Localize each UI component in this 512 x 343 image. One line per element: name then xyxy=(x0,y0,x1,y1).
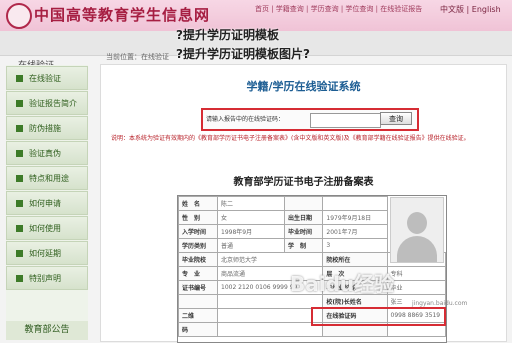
sidebar-item-how-apply[interactable]: 如何申请 xyxy=(6,191,88,215)
sidebar-item-anti-fake[interactable]: 防伪措施 xyxy=(6,116,88,140)
certificate-title: 教育部学历证书电子注册备案表 xyxy=(233,177,374,188)
verify-code-input[interactable] xyxy=(310,113,381,128)
notice-heading[interactable]: 教育部公告 xyxy=(6,321,88,340)
bullet-icon xyxy=(16,75,23,82)
student-photo xyxy=(390,197,444,263)
watermark: Baidu经验 xyxy=(290,272,395,296)
bullet-icon xyxy=(16,100,23,107)
sidebar-item-features[interactable]: 特点和用途 xyxy=(6,166,88,190)
bullet-icon xyxy=(16,225,23,232)
sidebar-item-how-use[interactable]: 如何使用 xyxy=(6,216,88,240)
sidebar: 在线验证 验证报告简介 防伪措施 验证真伪 特点和用途 如何申请 如何使用 如何… xyxy=(6,65,88,340)
overlay-title-2: ?提升学历证明模板图片? xyxy=(176,47,310,61)
bullet-icon xyxy=(16,250,23,257)
bullet-icon xyxy=(16,150,23,157)
query-button[interactable]: 查询 xyxy=(380,112,412,125)
bullet-icon xyxy=(16,125,23,132)
avatar-head-icon xyxy=(407,212,427,234)
watermark-url: jingyan.baidu.com xyxy=(412,300,468,307)
language-switch[interactable]: 中文版 | English xyxy=(440,4,501,15)
avatar-body-icon xyxy=(397,236,437,262)
site-name: 中国高等教育学生信息网 xyxy=(34,6,211,24)
highlight-box xyxy=(311,307,446,326)
sidebar-item-how-extend[interactable]: 如何延期 xyxy=(6,241,88,265)
overlay-title-1: ?提升学历证明模板 xyxy=(176,28,279,42)
verify-code-label: 请输入报告中的在线验证码： xyxy=(206,116,285,123)
bullet-icon xyxy=(16,175,23,182)
page-title: 学籍/学历在线验证系统 xyxy=(246,80,361,93)
description-note: 说明：本系统为验证有效期内的《教育部学历证书电子注册备案表》(含中文版和英文版)… xyxy=(111,135,470,142)
breadcrumb: 当前位置：在线验证 xyxy=(106,53,169,61)
sidebar-item-statement[interactable]: 特别声明 xyxy=(6,266,88,290)
bullet-icon xyxy=(16,200,23,207)
sidebar-item-report-intro[interactable]: 验证报告简介 xyxy=(6,91,88,115)
verify-form: 请输入报告中的在线验证码： 查询 xyxy=(201,108,419,131)
sidebar-item-verify-true[interactable]: 验证真伪 xyxy=(6,141,88,165)
bullet-icon xyxy=(16,275,23,282)
site-logo[interactable]: 中国高等教育学生信息网 xyxy=(6,3,209,29)
seal-icon xyxy=(6,3,32,29)
sidebar-item-online-verify[interactable]: 在线验证 xyxy=(6,66,88,90)
